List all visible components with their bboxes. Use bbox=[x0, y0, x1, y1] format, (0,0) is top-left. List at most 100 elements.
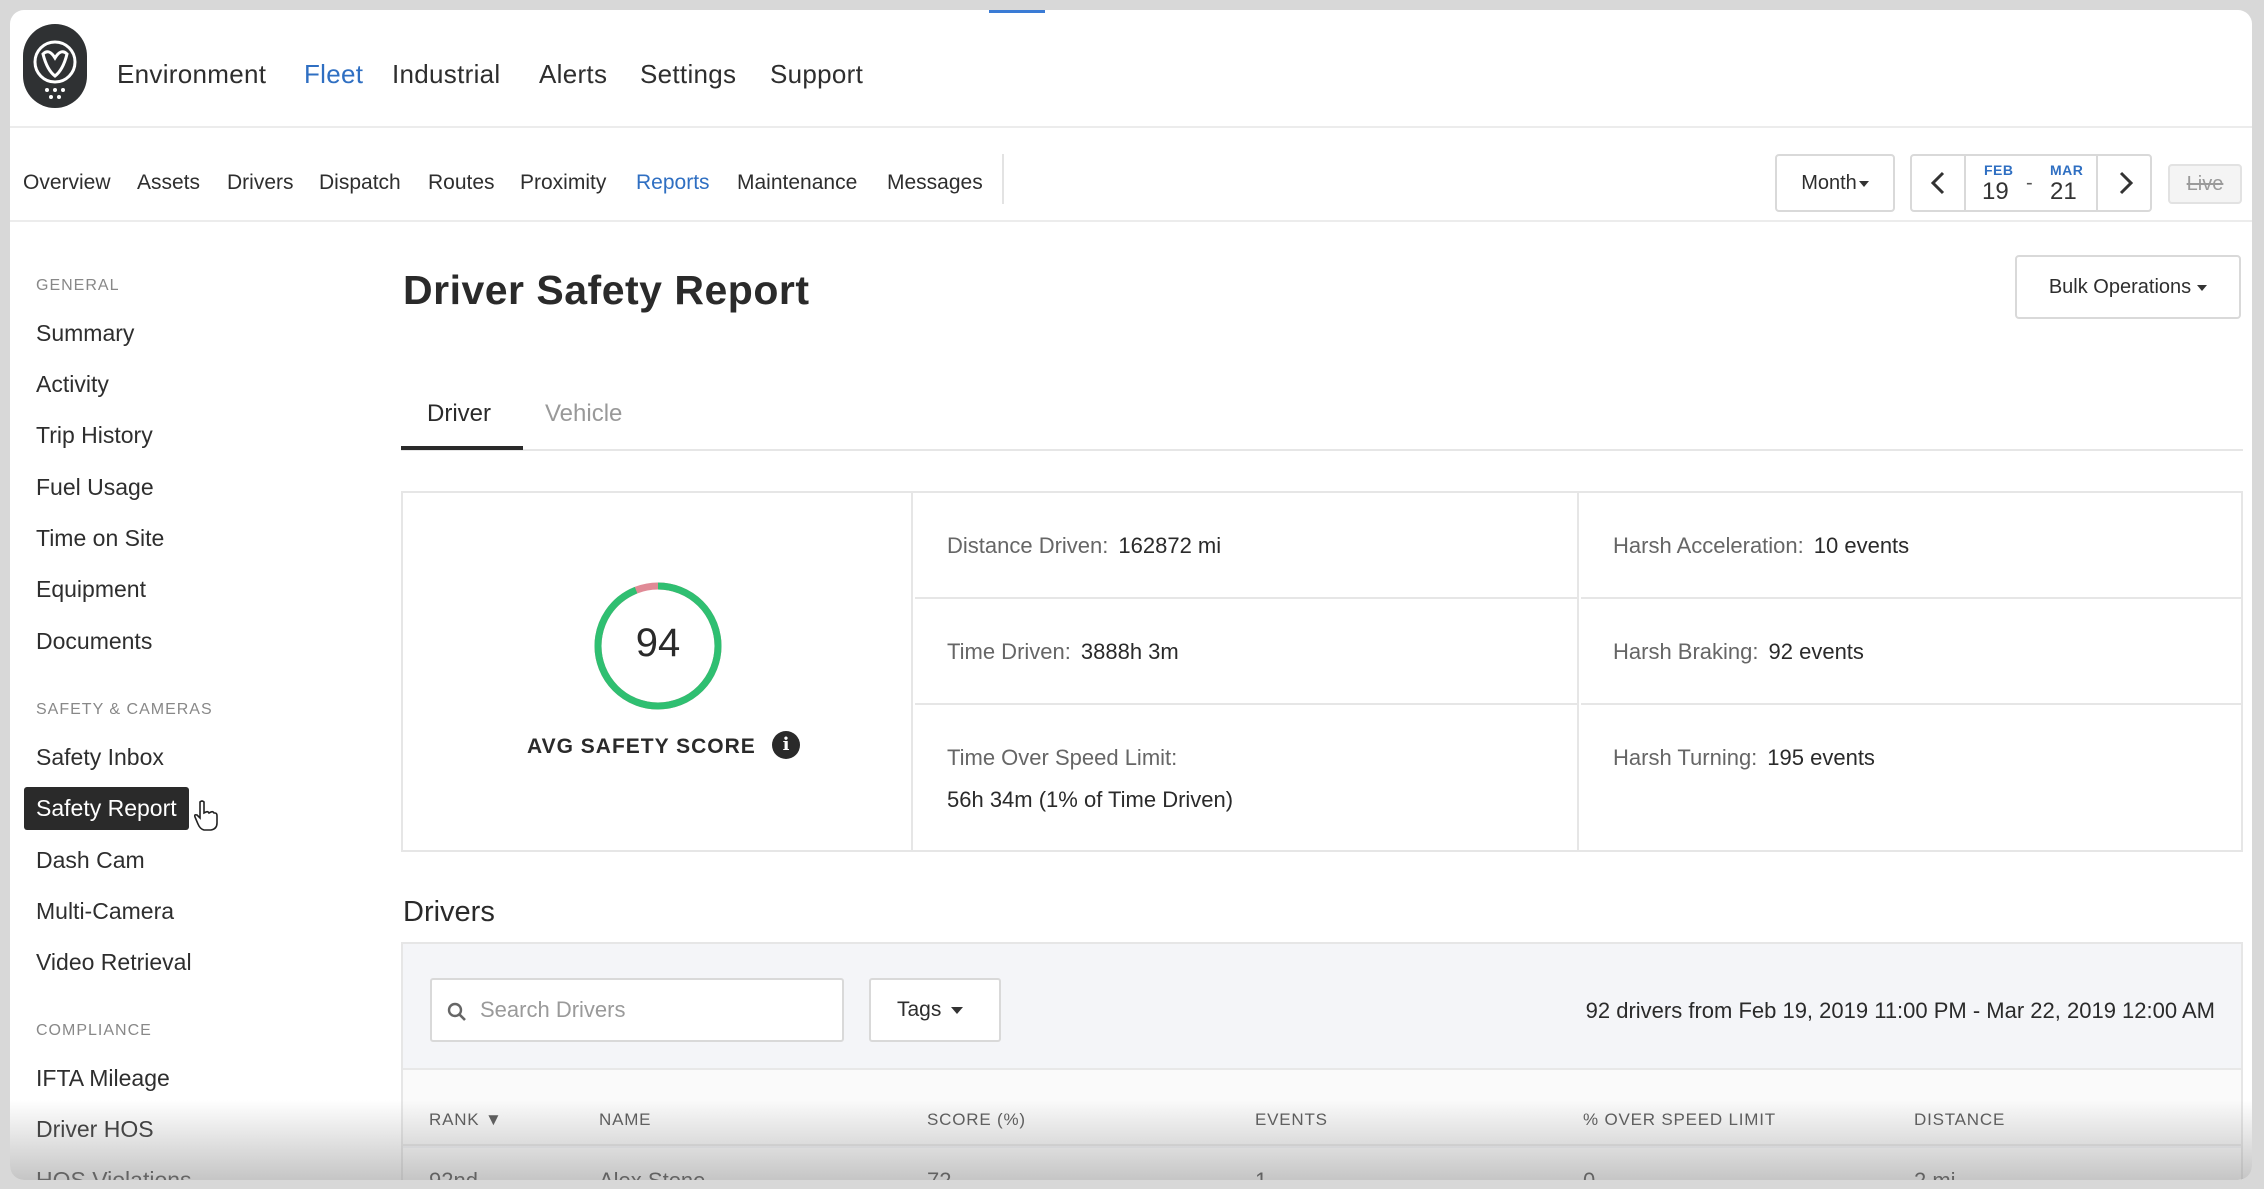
safety-score-value: 94 bbox=[635, 621, 681, 665]
stat-time-driven: Time Driven: 3888h 3m bbox=[915, 599, 1577, 705]
top-nav-alerts[interactable]: Alerts bbox=[539, 59, 607, 90]
table-row[interactable]: 92nd Alex Stone 72 1 0 2 mi bbox=[403, 1148, 2241, 1180]
sidebar-heading-general: GENERAL bbox=[36, 277, 120, 294]
sidebar-item-time-on-site[interactable]: Time on Site bbox=[36, 525, 164, 552]
subnav-proximity[interactable]: Proximity bbox=[520, 171, 606, 195]
stat-distance-label: Distance Driven: bbox=[947, 533, 1109, 558]
stat-harsh-turning: Harsh Turning: 195 events bbox=[1581, 705, 2241, 850]
tab-vehicle[interactable]: Vehicle bbox=[545, 400, 622, 428]
search-drivers-box bbox=[430, 978, 844, 1042]
date-range-display[interactable]: FEB 19 - MAR 21 bbox=[1968, 156, 2096, 210]
stat-distance-value: 162872 mi bbox=[1118, 533, 1222, 558]
cell-over-speed: 0 bbox=[1583, 1168, 1595, 1180]
period-label: Month bbox=[1801, 172, 1857, 194]
owl-logo-icon[interactable] bbox=[23, 24, 87, 108]
sidebar-item-activity[interactable]: Activity bbox=[36, 371, 109, 398]
subnav-divider bbox=[1002, 154, 1004, 204]
sidebar-item-fuel-usage[interactable]: Fuel Usage bbox=[36, 474, 154, 501]
summary-panel: 94 AVG SAFETY SCORE i Distance Driven: 16… bbox=[401, 491, 2243, 852]
drivers-section-title: Drivers bbox=[403, 896, 495, 928]
column-header-rank[interactable]: RANK ▼ bbox=[429, 1110, 503, 1130]
stat-over-speed: Time Over Speed Limit: 56h 34m (1% of Ti… bbox=[915, 705, 1577, 850]
sidebar-item-safety-inbox[interactable]: Safety Inbox bbox=[36, 744, 164, 771]
chevron-down-icon bbox=[2197, 284, 2208, 291]
column-header-score[interactable]: SCORE (%) bbox=[927, 1110, 1026, 1130]
column-header-events[interactable]: EVENTS bbox=[1255, 1110, 1328, 1130]
stat-accel-label: Harsh Acceleration: bbox=[1613, 533, 1804, 558]
top-nav-settings[interactable]: Settings bbox=[640, 59, 736, 90]
sidebar-item-multi-camera[interactable]: Multi-Camera bbox=[36, 898, 174, 925]
sidebar-item-documents[interactable]: Documents bbox=[36, 628, 152, 655]
cell-distance: 2 mi bbox=[1914, 1168, 1956, 1180]
end-month: MAR bbox=[2050, 162, 2084, 178]
stat-time-label: Time Driven: bbox=[947, 639, 1071, 664]
start-day: 19 bbox=[1982, 178, 2009, 205]
subnav-routes[interactable]: Routes bbox=[428, 171, 495, 195]
top-nav-fleet[interactable]: Fleet bbox=[304, 59, 363, 90]
bulk-operations-label: Bulk Operations bbox=[2048, 276, 2192, 298]
sidebar-item-summary[interactable]: Summary bbox=[36, 320, 134, 347]
sidebar-item-safety-report[interactable]: Safety Report bbox=[24, 787, 189, 830]
stat-braking-value: 92 events bbox=[1768, 639, 1864, 664]
cell-score: 72 bbox=[927, 1168, 951, 1180]
sidebar-item-ifta-mileage[interactable]: IFTA Mileage bbox=[36, 1065, 170, 1092]
page-title: Driver Safety Report bbox=[403, 267, 810, 313]
date-range-picker: FEB 19 - MAR 21 bbox=[1910, 154, 2152, 212]
drivers-table-panel: Tags 92 drivers from Feb 19, 2019 11:00 … bbox=[401, 942, 2243, 1180]
cell-rank: 92nd bbox=[429, 1168, 478, 1180]
active-tab-indicator bbox=[401, 446, 523, 450]
stat-time-value: 3888h 3m bbox=[1080, 639, 1179, 664]
previous-period-button[interactable] bbox=[1912, 156, 1966, 210]
column-header-name[interactable]: NAME bbox=[599, 1110, 651, 1130]
period-dropdown[interactable]: Month bbox=[1775, 154, 1895, 212]
stat-harsh-braking: Harsh Braking: 92 events bbox=[1581, 599, 2241, 705]
next-period-button[interactable] bbox=[2096, 156, 2150, 210]
subnav-overview[interactable]: Overview bbox=[23, 171, 111, 195]
sidebar-item-equipment[interactable]: Equipment bbox=[36, 576, 146, 603]
safety-score-label: AVG SAFETY SCORE bbox=[527, 735, 756, 758]
chevron-down-icon bbox=[1858, 180, 1869, 187]
hand-cursor-icon bbox=[193, 800, 218, 831]
sidebar-item-trip-history[interactable]: Trip History bbox=[36, 422, 153, 449]
end-day: 21 bbox=[2050, 178, 2077, 205]
top-nav-environment[interactable]: Environment bbox=[117, 59, 266, 90]
chevron-down-icon bbox=[951, 1006, 964, 1014]
search-icon bbox=[447, 1002, 466, 1021]
sidebar-item-dash-cam[interactable]: Dash Cam bbox=[36, 847, 145, 874]
tags-dropdown[interactable]: Tags bbox=[869, 978, 1001, 1042]
subnav-reports[interactable]: Reports bbox=[636, 171, 710, 195]
stat-distance: Distance Driven: 162872 mi bbox=[915, 493, 1577, 599]
top-nav-support[interactable]: Support bbox=[770, 59, 863, 90]
safety-score-card: 94 AVG SAFETY SCORE i bbox=[403, 493, 913, 850]
subnav-dispatch[interactable]: Dispatch bbox=[319, 171, 401, 195]
info-icon[interactable]: i bbox=[772, 731, 800, 759]
chevron-right-icon bbox=[2119, 171, 2134, 195]
stat-harsh-acceleration: Harsh Acceleration: 10 events bbox=[1581, 493, 2241, 599]
sub-nav: Overview Assets Drivers Dispatch Routes … bbox=[10, 130, 2252, 222]
harsh-events-column: Harsh Acceleration: 10 events Harsh Braki… bbox=[1581, 493, 2241, 850]
sidebar-item-hos-violations[interactable]: HOS Violations bbox=[36, 1167, 192, 1180]
sidebar-heading-safety: SAFETY & CAMERAS bbox=[36, 701, 213, 718]
live-button[interactable]: Live bbox=[2168, 164, 2242, 204]
sidebar-item-video-retrieval[interactable]: Video Retrieval bbox=[36, 949, 192, 976]
tags-label: Tags bbox=[897, 998, 942, 1021]
distance-stats-column: Distance Driven: 162872 mi Time Driven: 38… bbox=[915, 493, 1579, 850]
subnav-drivers[interactable]: Drivers bbox=[227, 171, 294, 195]
stat-turning-label: Harsh Turning: bbox=[1613, 745, 1758, 770]
top-nav-industrial[interactable]: Industrial bbox=[392, 59, 501, 90]
stat-speed-label: Time Over Speed Limit: bbox=[947, 745, 1178, 770]
column-header-over-speed[interactable]: % OVER SPEED LIMIT bbox=[1583, 1110, 1776, 1130]
subnav-messages[interactable]: Messages bbox=[887, 171, 983, 195]
sidebar-heading-compliance: COMPLIANCE bbox=[36, 1022, 152, 1039]
search-drivers-input[interactable] bbox=[480, 994, 830, 1026]
cell-events: 1 bbox=[1255, 1168, 1267, 1180]
subnav-assets[interactable]: Assets bbox=[137, 171, 200, 195]
tab-driver[interactable]: Driver bbox=[427, 400, 491, 428]
subnav-maintenance[interactable]: Maintenance bbox=[737, 171, 857, 195]
column-header-distance[interactable]: DISTANCE bbox=[1914, 1110, 2005, 1130]
bulk-operations-button[interactable]: Bulk Operations bbox=[2015, 255, 2241, 319]
sidebar-item-driver-hos[interactable]: Driver HOS bbox=[36, 1116, 154, 1143]
chevron-left-icon bbox=[1930, 171, 1945, 195]
stat-speed-value: 56h 34m (1% of Time Driven) bbox=[947, 787, 1234, 812]
tabs-divider bbox=[401, 449, 2243, 451]
